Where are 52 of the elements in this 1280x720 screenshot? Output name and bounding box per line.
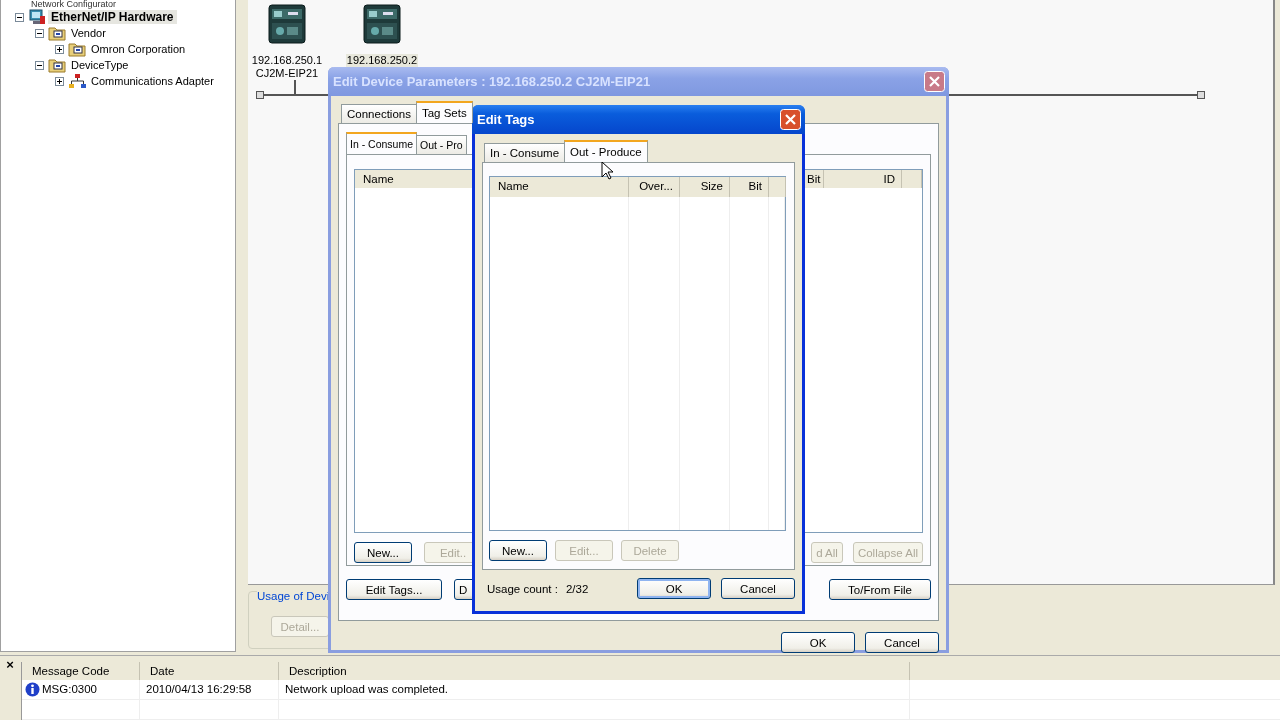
- button[interactable]: OK: [781, 632, 855, 653]
- folder-icon: [68, 41, 86, 57]
- device-icon[interactable]: [363, 4, 401, 44]
- message-code: MSG:0300: [42, 682, 97, 697]
- column-header[interactable]: Description: [279, 662, 910, 680]
- tab[interactable]: Out - Pro: [416, 135, 467, 154]
- tab[interactable]: Out - Produce: [564, 140, 648, 162]
- tree-item[interactable]: EtherNet/IP Hardware: [48, 10, 177, 24]
- button[interactable]: OK: [637, 578, 711, 599]
- window-title: Edit Device Parameters : 192.168.250.2 CJ2M-EIP21: [333, 74, 651, 89]
- column-header[interactable]: Size: [680, 177, 730, 197]
- expand-icon[interactable]: [55, 76, 64, 86]
- node-address: 192.168.250.2: [345, 54, 419, 67]
- tree-item[interactable]: Vendor: [68, 27, 109, 39]
- button[interactable]: New...: [354, 542, 412, 563]
- column-header[interactable]: Date: [140, 662, 279, 680]
- network-icon: [68, 73, 86, 89]
- folder-icon: [48, 57, 66, 73]
- tab[interactable]: In - Consume: [484, 143, 566, 162]
- tree-item[interactable]: DeviceType: [68, 59, 132, 71]
- collapse-icon[interactable]: [35, 28, 44, 38]
- tree-item[interactable]: Omron Corporation: [88, 43, 189, 55]
- expand-icon[interactable]: [55, 44, 64, 54]
- app-title: Network Configurator: [31, 0, 117, 9]
- table-cell: Network upload was completed.: [279, 680, 910, 699]
- button[interactable]: New...: [489, 540, 547, 561]
- close-button[interactable]: ×: [0, 658, 20, 672]
- button[interactable]: Cancel: [865, 632, 939, 653]
- collapse-icon[interactable]: [35, 60, 44, 70]
- computer-icon: [28, 8, 46, 26]
- column-header[interactable]: Message Code: [22, 662, 140, 680]
- button[interactable]: To/From File: [829, 579, 931, 600]
- folder-icon: [48, 25, 66, 41]
- table-cell: 2010/04/13 16:29:58: [140, 680, 279, 699]
- close-icon[interactable]: [780, 109, 801, 130]
- button[interactable]: Cancel: [721, 578, 795, 599]
- column-header[interactable]: Over...: [629, 177, 680, 197]
- tree-item[interactable]: Communications Adapter: [88, 75, 217, 87]
- column-header[interactable]: Bit: [730, 177, 769, 197]
- button[interactable]: Edit Tags...: [346, 579, 442, 600]
- tab[interactable]: Connections: [341, 104, 417, 123]
- device-icon[interactable]: [268, 4, 306, 44]
- info-icon: [25, 682, 40, 697]
- usage-count-label: Usage count :: [487, 582, 558, 595]
- window-title: Edit Tags: [477, 112, 535, 127]
- collapse-icon[interactable]: [15, 12, 24, 22]
- node-model: CJ2M-EIP21: [254, 67, 320, 80]
- column-header[interactable]: ID: [824, 170, 902, 188]
- tab[interactable]: Tag Sets: [415, 101, 473, 123]
- node-address: 192.168.250.1: [250, 54, 324, 67]
- tab[interactable]: In - Consume: [346, 132, 418, 154]
- usage-count-value: 2/32: [565, 582, 589, 595]
